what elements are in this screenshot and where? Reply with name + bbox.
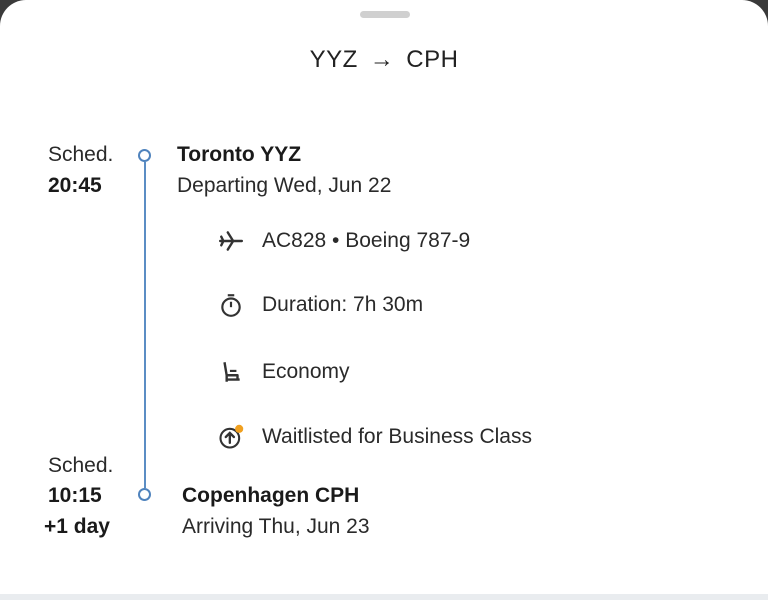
- arrival-airport: Copenhagen CPH: [182, 484, 360, 507]
- flight-info-row: AC828 • Boeing 787-9: [216, 226, 470, 256]
- upgrade-row: Waitlisted for Business Class: [216, 422, 532, 452]
- departure-time: 20:45: [48, 174, 102, 197]
- departure-dot: [138, 149, 151, 162]
- duration-text: Duration: 7h 30m: [262, 293, 424, 316]
- upgrade-icon: [216, 422, 246, 452]
- bottom-divider: [0, 594, 768, 600]
- arrival-day-offset: +1 day: [44, 515, 110, 538]
- flight-details-sheet: YYZ → CPH Sched. 20:45 Toronto YYZ Departi…: [0, 0, 768, 594]
- upgrade-status: Waitlisted for Business Class: [262, 425, 532, 448]
- cabin-row: Economy: [216, 357, 350, 387]
- flight-number-aircraft: AC828 • Boeing 787-9: [262, 229, 471, 252]
- arrival-time: 10:15: [48, 484, 102, 507]
- destination-code: CPH: [406, 46, 459, 73]
- duration-row: Duration: 7h 30m: [216, 290, 423, 320]
- departure-date: Departing Wed, Jun 22: [177, 174, 392, 197]
- stopwatch-icon: [216, 290, 246, 320]
- arrival-sched-label: Sched.: [48, 454, 114, 477]
- origin-code: YYZ: [309, 46, 358, 73]
- airplane-icon: [216, 226, 246, 256]
- arrival-dot: [138, 488, 151, 501]
- route-arrow-icon: →: [369, 46, 395, 73]
- seat-icon: [216, 357, 246, 387]
- cabin-class: Economy: [262, 360, 350, 383]
- route-title: YYZ → CPH: [0, 46, 768, 74]
- drag-handle[interactable]: [360, 11, 410, 18]
- arrival-date: Arriving Thu, Jun 23: [182, 515, 370, 538]
- departure-sched-label: Sched.: [48, 143, 114, 166]
- timeline-line: [144, 162, 146, 488]
- departure-airport: Toronto YYZ: [177, 143, 302, 166]
